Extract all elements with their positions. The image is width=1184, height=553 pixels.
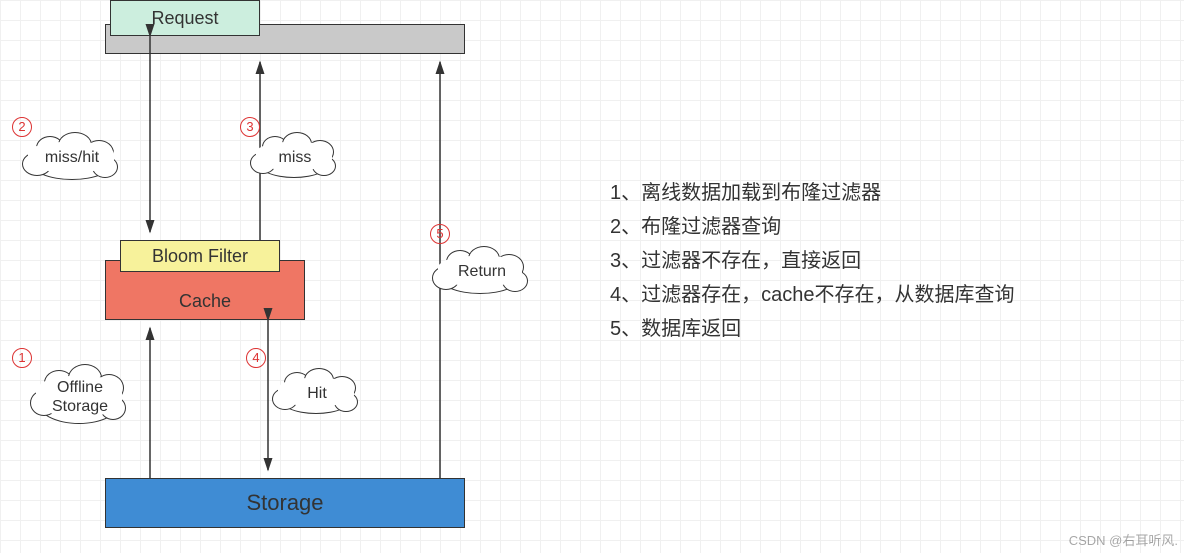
bloom-filter-node: Bloom Filter bbox=[120, 240, 280, 272]
legend-line-1: 1、离线数据加载到布隆过滤器 bbox=[610, 176, 1015, 210]
legend-line-3: 3、过滤器不存在，直接返回 bbox=[610, 244, 1015, 278]
watermark: CSDN @右耳听风. bbox=[1069, 530, 1178, 549]
cloud-miss: miss bbox=[250, 130, 340, 185]
step-badge-4: 4 bbox=[246, 348, 266, 368]
legend-block: 1、离线数据加载到布隆过滤器 2、布隆过滤器查询 3、过滤器不存在，直接返回 4… bbox=[610, 176, 1015, 346]
legend-line-4: 4、过滤器存在，cache不存在，从数据库查询 bbox=[610, 278, 1015, 312]
step-badge-1: 1 bbox=[12, 348, 32, 368]
legend-line-2: 2、布隆过滤器查询 bbox=[610, 210, 1015, 244]
offline-storage-line2: Storage bbox=[52, 398, 108, 415]
cloud-return: Return bbox=[432, 244, 532, 299]
request-node: Request bbox=[110, 0, 260, 36]
step-badge-5: 5 bbox=[430, 224, 450, 244]
legend-line-5: 5、数据库返回 bbox=[610, 312, 1015, 346]
offline-storage-line1: Offline bbox=[57, 379, 103, 396]
cloud-hit: Hit bbox=[272, 366, 362, 421]
cloud-miss-hit: miss/hit bbox=[22, 130, 122, 185]
cloud-offline-storage: Offline Storage bbox=[30, 362, 130, 432]
storage-node: Storage bbox=[105, 478, 465, 528]
